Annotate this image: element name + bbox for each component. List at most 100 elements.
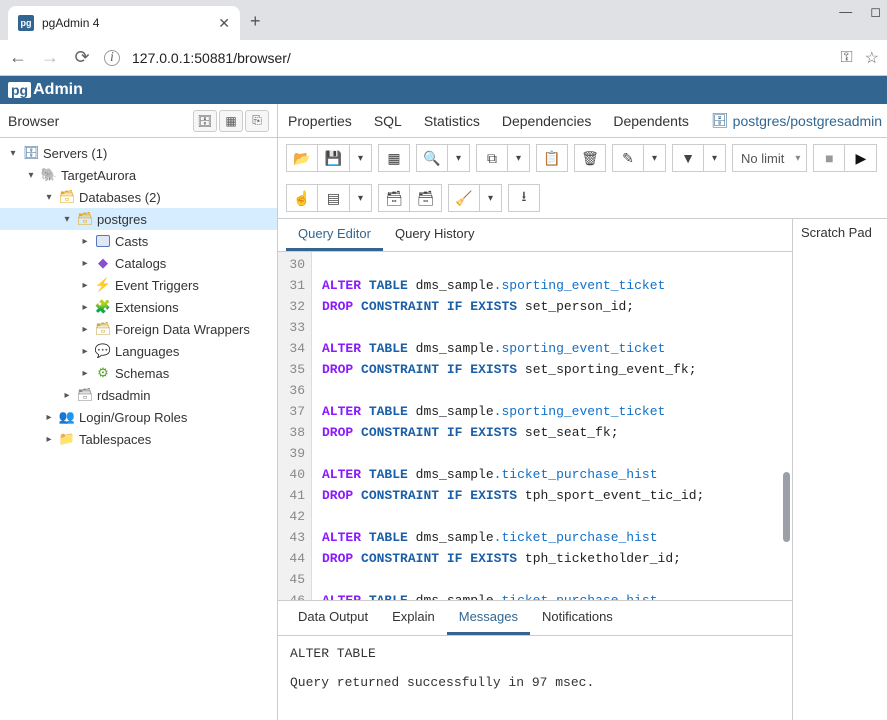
copy-icon[interactable]: ⧉: [476, 144, 508, 172]
expand-toggle[interactable]: ▸: [58, 390, 76, 401]
new-tab-button[interactable]: +: [250, 11, 261, 32]
save-icon[interactable]: 💾: [318, 144, 350, 172]
expand-toggle[interactable]: ▸: [76, 368, 94, 379]
expand-toggle[interactable]: ▾: [58, 214, 76, 225]
tab-messages[interactable]: Messages: [447, 601, 530, 635]
site-info-icon[interactable]: i: [104, 50, 120, 66]
expand-toggle[interactable]: ▸: [76, 346, 94, 357]
window-minimize-icon[interactable]: —: [839, 4, 852, 20]
tab-properties[interactable]: Properties: [288, 113, 352, 129]
expand-toggle[interactable]: ▾: [22, 170, 40, 181]
delete-icon[interactable]: 🗑: [574, 144, 606, 172]
tablespaces-icon: 📁: [58, 431, 76, 447]
database-icon: 🗄: [711, 112, 729, 129]
tree-languages[interactable]: Languages: [115, 344, 179, 359]
tree-tablespaces[interactable]: Tablespaces: [79, 432, 151, 447]
save-dropdown[interactable]: ▾: [350, 144, 372, 172]
nav-forward-icon[interactable]: →: [40, 47, 60, 68]
explain-icon[interactable]: ▤: [318, 184, 350, 212]
expand-toggle[interactable]: ▸: [76, 324, 94, 335]
browser-toolbar-btn-2[interactable]: ▦: [219, 110, 243, 132]
tab-explain[interactable]: Explain: [380, 601, 447, 635]
tree-schemas[interactable]: Schemas: [115, 366, 169, 381]
pgadmin-logo-badge: pg: [8, 82, 31, 98]
messages-line-2: Query returned successfully in 97 msec.: [290, 675, 780, 690]
tree-catalogs[interactable]: Catalogs: [115, 256, 166, 271]
search-dropdown[interactable]: ▾: [448, 144, 470, 172]
tree-fdw[interactable]: Foreign Data Wrappers: [115, 322, 250, 337]
expand-toggle[interactable]: ▾: [4, 148, 22, 159]
edit-dropdown[interactable]: ▾: [644, 144, 666, 172]
copy-dropdown[interactable]: ▾: [508, 144, 530, 172]
tab-data-output[interactable]: Data Output: [286, 601, 380, 635]
rollback-icon[interactable]: 🗃: [410, 184, 442, 212]
expand-toggle[interactable]: ▸: [76, 280, 94, 291]
connection-tab[interactable]: 🗄postgres/postgresadmin: [711, 112, 882, 129]
browser-tab[interactable]: pg pgAdmin 4 ✕: [8, 6, 240, 40]
cursor-icon[interactable]: ☝: [286, 184, 318, 212]
download-icon[interactable]: ⭳: [508, 184, 540, 212]
login-roles-icon: 👥: [58, 409, 76, 425]
tab-dependents[interactable]: Dependents: [613, 113, 689, 129]
tab-sql[interactable]: SQL: [374, 113, 402, 129]
stop-icon[interactable]: ■: [813, 144, 845, 172]
limit-select[interactable]: No limit: [732, 144, 807, 172]
open-file-icon[interactable]: 📂: [286, 144, 318, 172]
sql-editor[interactable]: 303132333435363738394041424344454647 ALT…: [278, 252, 792, 600]
tab-query-editor[interactable]: Query Editor: [286, 219, 383, 251]
messages-line-1: ALTER TABLE: [290, 646, 780, 661]
close-tab-icon[interactable]: ✕: [218, 15, 230, 32]
commit-icon[interactable]: 🗃: [378, 184, 410, 212]
reload-icon[interactable]: ⟳: [72, 47, 92, 68]
scrollbar-thumb[interactable]: [783, 472, 790, 542]
tree-event-triggers[interactable]: Event Triggers: [115, 278, 199, 293]
pgadmin-header: pg Admin: [0, 76, 887, 104]
elephant-icon: 🐘: [40, 167, 58, 183]
tab-title: pgAdmin 4: [42, 16, 210, 30]
grid-icon[interactable]: ▦: [378, 144, 410, 172]
tab-query-history[interactable]: Query History: [383, 219, 486, 251]
tree-casts[interactable]: Casts: [115, 234, 148, 249]
clear-icon[interactable]: 🧹: [448, 184, 480, 212]
database-icon: 🗃: [76, 387, 94, 403]
tree-rdsadmin[interactable]: rdsadmin: [97, 388, 150, 403]
object-tree[interactable]: ▾🗄Servers (1) ▾🐘TargetAurora ▾🗃Databases…: [0, 138, 277, 454]
filter-dropdown[interactable]: ▾: [704, 144, 726, 172]
tree-login-roles[interactable]: Login/Group Roles: [79, 410, 187, 425]
expand-toggle[interactable]: ▸: [40, 412, 58, 423]
tree-extensions[interactable]: Extensions: [115, 300, 179, 315]
tab-notifications[interactable]: Notifications: [530, 601, 625, 635]
window-maximize-icon[interactable]: ◻: [870, 4, 881, 20]
tab-dependencies[interactable]: Dependencies: [502, 113, 592, 129]
url-field[interactable]: 127.0.0.1:50881/browser/: [132, 50, 828, 66]
casts-icon: [94, 233, 112, 249]
browser-tabstrip: pg pgAdmin 4 ✕ + — ◻: [0, 0, 887, 40]
tree-postgres[interactable]: postgres: [97, 212, 147, 227]
tree-databases[interactable]: Databases (2): [79, 190, 161, 205]
tree-servers[interactable]: Servers (1): [43, 146, 107, 161]
expand-toggle[interactable]: ▸: [76, 258, 94, 269]
fdw-icon: 🗃: [94, 321, 112, 337]
key-icon[interactable]: ⚿: [840, 49, 852, 67]
browser-toolbar-btn-1[interactable]: 🗄: [193, 110, 217, 132]
clear-dropdown[interactable]: ▾: [480, 184, 502, 212]
expand-toggle[interactable]: ▸: [76, 236, 94, 247]
explain-dropdown[interactable]: ▾: [350, 184, 372, 212]
languages-icon: 💬: [94, 343, 112, 359]
execute-icon[interactable]: ▶: [845, 144, 877, 172]
bookmark-star-icon[interactable]: ☆: [865, 48, 879, 68]
line-gutter: 303132333435363738394041424344454647: [278, 252, 312, 600]
nav-back-icon[interactable]: ←: [8, 47, 28, 68]
code-lines[interactable]: ALTER TABLE dms_sample.sporting_event_ti…: [318, 252, 792, 600]
expand-toggle[interactable]: ▾: [40, 192, 58, 203]
search-icon[interactable]: 🔍: [416, 144, 448, 172]
expand-toggle[interactable]: ▸: [76, 302, 94, 313]
tab-statistics[interactable]: Statistics: [424, 113, 480, 129]
database-icon: 🗃: [76, 211, 94, 227]
paste-icon[interactable]: 📋: [536, 144, 568, 172]
tree-server[interactable]: TargetAurora: [61, 168, 136, 183]
browser-toolbar-btn-3[interactable]: ⎘: [245, 110, 269, 132]
edit-icon[interactable]: ✎: [612, 144, 644, 172]
filter-icon[interactable]: ▼: [672, 144, 704, 172]
expand-toggle[interactable]: ▸: [40, 434, 58, 445]
